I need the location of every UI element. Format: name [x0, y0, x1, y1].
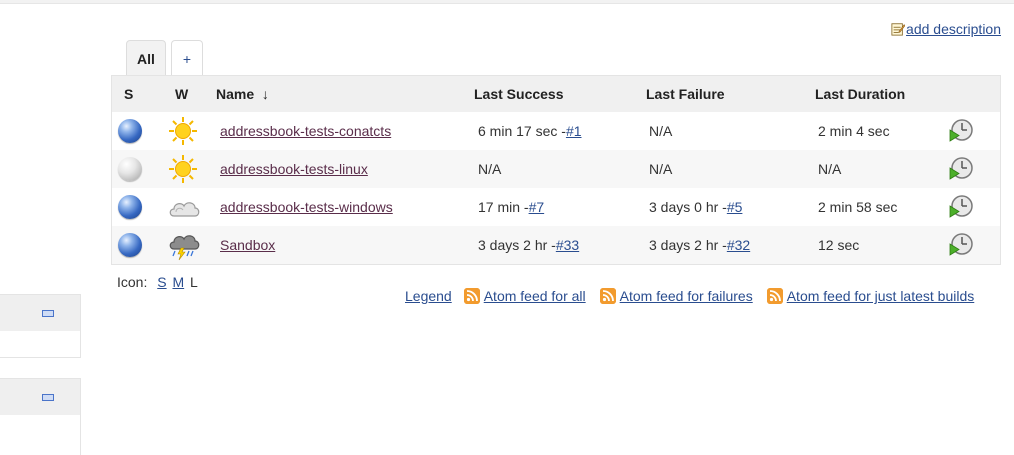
- side-pane-2-body: [0, 415, 80, 455]
- icon-size-small-link[interactable]: S: [157, 274, 166, 290]
- job-link[interactable]: Sandbox: [220, 237, 275, 253]
- side-pane-1-header: [0, 295, 80, 331]
- table-row: Sandbox 3 days 2 hr - #33 3 days 2 hr - …: [112, 226, 1000, 264]
- status-ball-blue-icon[interactable]: [118, 195, 142, 219]
- schedule-build-icon[interactable]: [948, 118, 974, 144]
- legend-link[interactable]: Legend: [405, 288, 452, 304]
- last-failure-text: 3 days 2 hr -: [649, 237, 727, 253]
- job-link[interactable]: addressbook-tests-windows: [220, 199, 393, 215]
- header-name[interactable]: Name ↓: [216, 76, 269, 112]
- build-link[interactable]: #5: [727, 199, 743, 215]
- weather-cloudy-icon[interactable]: [168, 192, 200, 222]
- tab-add-view[interactable]: +: [171, 40, 203, 76]
- table-row: addressbook-tests-linux N/A N/A N/A: [112, 150, 1000, 188]
- notepad-edit-icon: [891, 23, 906, 36]
- schedule-build-icon[interactable]: [948, 232, 974, 258]
- last-duration-text: 2 min 58 sec: [818, 199, 898, 215]
- feed-links: Legend Atom feed for all Atom feed for f…: [405, 288, 974, 304]
- atom-feed-all-link[interactable]: Atom feed for all: [484, 288, 586, 304]
- side-pane-1-body: [0, 331, 80, 357]
- feed-failures[interactable]: Atom feed for failures: [599, 288, 753, 304]
- build-link[interactable]: #7: [529, 199, 545, 215]
- rss-feed-icon: [599, 288, 616, 304]
- icon-size-label: Icon:: [117, 274, 148, 290]
- feed-latest[interactable]: Atom feed for just latest builds: [766, 288, 975, 304]
- header-status[interactable]: S: [124, 76, 133, 112]
- weather-sunny-icon[interactable]: [168, 116, 198, 146]
- header-last-duration[interactable]: Last Duration: [815, 76, 905, 112]
- last-success-text: 17 min -: [478, 199, 529, 215]
- last-success-text: 6 min 17 sec -: [478, 123, 566, 139]
- job-link[interactable]: addressbook-tests-conatcts: [220, 123, 391, 139]
- header-last-failure[interactable]: Last Failure: [646, 76, 725, 112]
- schedule-build-icon[interactable]: [948, 194, 974, 220]
- last-success-text: 3 days 2 hr -: [478, 237, 556, 253]
- tab-all[interactable]: All: [126, 40, 166, 76]
- atom-feed-failures-link[interactable]: Atom feed for failures: [620, 288, 753, 304]
- add-description[interactable]: add description: [891, 21, 1001, 37]
- status-ball-blue-icon[interactable]: [118, 119, 142, 143]
- header-name-label: Name: [216, 86, 255, 102]
- weather-sunny-icon[interactable]: [168, 154, 198, 184]
- last-failure-text: N/A: [649, 123, 673, 139]
- view-tabs: All +: [126, 40, 203, 76]
- collapse-icon[interactable]: [42, 310, 54, 317]
- icon-size-large-current: L: [190, 274, 198, 290]
- schedule-build-icon[interactable]: [948, 156, 974, 182]
- build-link[interactable]: #1: [566, 123, 582, 139]
- rss-feed-icon: [463, 288, 480, 304]
- atom-feed-latest-link[interactable]: Atom feed for just latest builds: [787, 288, 975, 304]
- header-weather[interactable]: W: [175, 76, 188, 112]
- sort-arrow-icon: ↓: [261, 86, 269, 102]
- feed-all[interactable]: Atom feed for all: [463, 288, 586, 304]
- last-success-text: N/A: [478, 161, 502, 177]
- icon-size-selector: Icon: S M L: [117, 274, 198, 290]
- icon-size-medium-link[interactable]: M: [172, 274, 184, 290]
- status-ball-blue-icon[interactable]: [118, 233, 142, 257]
- collapse-icon[interactable]: [42, 394, 54, 401]
- side-pane-1: [0, 294, 81, 358]
- table-row: addressbook-tests-conatcts 6 min 17 sec …: [112, 112, 1000, 150]
- build-link[interactable]: #33: [556, 237, 579, 253]
- projects-table: S W Name ↓ Last Success Last Failure Las…: [111, 75, 1001, 265]
- table-header: S W Name ↓ Last Success Last Failure Las…: [112, 76, 1000, 112]
- side-pane-2-header: [0, 379, 80, 415]
- last-duration-text: 2 min 4 sec: [818, 123, 890, 139]
- add-description-link[interactable]: add description: [906, 21, 1001, 37]
- side-pane-2: [0, 378, 81, 455]
- rss-feed-icon: [766, 288, 783, 304]
- last-failure-text: 3 days 0 hr -: [649, 199, 727, 215]
- top-border: [0, 0, 1014, 4]
- weather-storm-icon[interactable]: [168, 229, 200, 261]
- last-duration-text: N/A: [818, 161, 842, 177]
- table-row: addressbook-tests-windows 17 min - #7 3 …: [112, 188, 1000, 226]
- build-link[interactable]: #32: [727, 237, 750, 253]
- last-failure-text: N/A: [649, 161, 673, 177]
- status-ball-grey-icon[interactable]: [118, 157, 142, 181]
- header-last-success[interactable]: Last Success: [474, 76, 564, 112]
- job-link[interactable]: addressbook-tests-linux: [220, 161, 368, 177]
- last-duration-text: 12 sec: [818, 237, 860, 253]
